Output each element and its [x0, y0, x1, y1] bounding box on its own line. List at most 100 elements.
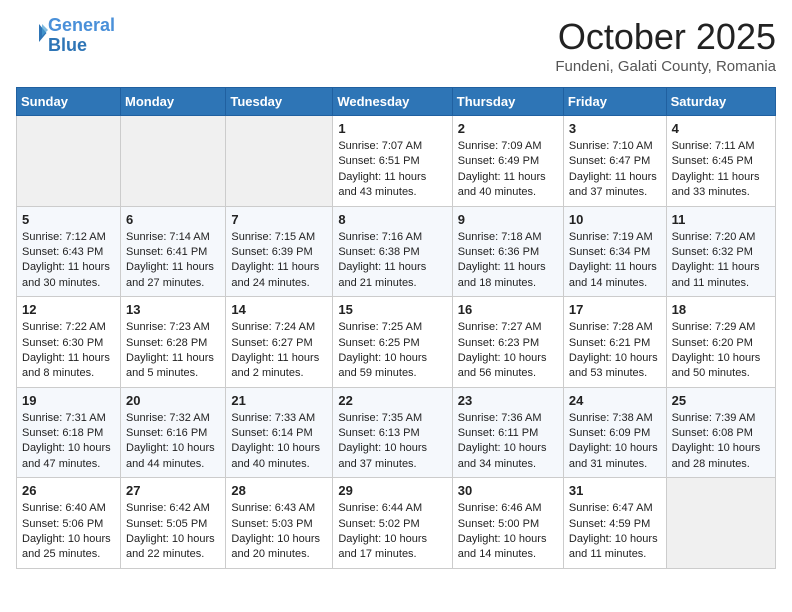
day-info: Sunrise: 7:36 AM Sunset: 6:11 PM Dayligh…: [458, 411, 558, 473]
day-info: Sunrise: 7:16 AM Sunset: 6:38 PM Dayligh…: [338, 230, 446, 292]
day-info: Sunrise: 7:32 AM Sunset: 6:16 PM Dayligh…: [126, 411, 220, 473]
day-info: Sunrise: 7:19 AM Sunset: 6:34 PM Dayligh…: [569, 230, 661, 292]
calendar-cell: 11 Sunrise: 7:20 AM Sunset: 6:32 PM Dayli…: [666, 206, 775, 297]
day-number: 9: [458, 212, 558, 227]
calendar-cell: 26 Sunrise: 6:40 AM Sunset: 5:06 PM Dayli…: [17, 478, 121, 569]
day-number: 21: [231, 393, 327, 408]
day-number: 19: [22, 393, 115, 408]
day-info: Sunrise: 7:18 AM Sunset: 6:36 PM Dayligh…: [458, 230, 558, 292]
calendar-cell: 22Sunrise: 7:35 AM Sunset: 6:13 PM Dayli…: [333, 387, 452, 478]
calendar-week-5: 26 Sunrise: 6:40 AM Sunset: 5:06 PM Dayli…: [17, 478, 776, 569]
day-header-tuesday: Tuesday: [226, 88, 333, 116]
calendar-week-3: 12 Sunrise: 7:22 AM Sunset: 6:30 PM Dayli…: [17, 297, 776, 388]
logo-line2: Blue: [48, 35, 87, 55]
page-header: General Blue October 2025 Fundeni, Galat…: [16, 16, 776, 75]
day-number: 20: [126, 393, 220, 408]
calendar-cell: 20 Sunrise: 7:32 AM Sunset: 6:16 PM Dayli…: [121, 387, 226, 478]
calendar-cell: 23 Sunrise: 7:36 AM Sunset: 6:11 PM Dayli…: [452, 387, 563, 478]
day-header-wednesday: Wednesday: [333, 88, 452, 116]
day-number: 12: [22, 302, 115, 317]
calendar-cell: 14 Sunrise: 7:24 AM Sunset: 6:27 PM Dayli…: [226, 297, 333, 388]
calendar-cell: 16 Sunrise: 7:27 AM Sunset: 6:23 PM Dayli…: [452, 297, 563, 388]
day-number: 14: [231, 302, 327, 317]
day-info: Sunrise: 6:40 AM Sunset: 5:06 PM Dayligh…: [22, 501, 115, 563]
day-info: Sunrise: 7:24 AM Sunset: 6:27 PM Dayligh…: [231, 320, 327, 382]
calendar-body: 1 Sunrise: 7:07 AM Sunset: 6:51 PM Daylig…: [17, 116, 776, 569]
day-number: 5: [22, 212, 115, 227]
logo: General Blue: [16, 16, 115, 56]
logo-line1: General: [48, 15, 115, 35]
day-header-sunday: Sunday: [17, 88, 121, 116]
day-number: 13: [126, 302, 220, 317]
day-number: 1: [338, 121, 446, 136]
calendar-cell: 21 Sunrise: 7:33 AM Sunset: 6:14 PM Dayli…: [226, 387, 333, 478]
calendar-week-4: 19 Sunrise: 7:31 AM Sunset: 6:18 PM Dayli…: [17, 387, 776, 478]
day-info: Sunrise: 7:14 AM Sunset: 6:41 PM Dayligh…: [126, 230, 220, 292]
title-block: October 2025 Fundeni, Galati County, Rom…: [555, 16, 776, 75]
day-number: 7: [231, 212, 327, 227]
day-number: 31: [569, 483, 661, 498]
day-info: Sunrise: 7:28 AM Sunset: 6:21 PM Dayligh…: [569, 320, 661, 382]
day-info: Sunrise: 6:44 AM Sunset: 5:02 PM Dayligh…: [338, 501, 446, 563]
calendar-week-2: 5 Sunrise: 7:12 AM Sunset: 6:43 PM Daylig…: [17, 206, 776, 297]
day-info: Sunrise: 7:29 AM Sunset: 6:20 PM Dayligh…: [672, 320, 770, 382]
calendar-table: SundayMondayTuesdayWednesdayThursdayFrid…: [16, 87, 776, 569]
day-info: Sunrise: 7:33 AM Sunset: 6:14 PM Dayligh…: [231, 411, 327, 473]
day-header-saturday: Saturday: [666, 88, 775, 116]
day-info: Sunrise: 7:20 AM Sunset: 6:32 PM Dayligh…: [672, 230, 770, 292]
day-info: Sunrise: 6:47 AM Sunset: 4:59 PM Dayligh…: [569, 501, 661, 563]
calendar-cell: 8 Sunrise: 7:16 AM Sunset: 6:38 PM Daylig…: [333, 206, 452, 297]
logo-text: General Blue: [48, 16, 115, 56]
day-number: 10: [569, 212, 661, 227]
day-info: Sunrise: 7:25 AM Sunset: 6:25 PM Dayligh…: [338, 320, 446, 382]
day-info: Sunrise: 7:10 AM Sunset: 6:47 PM Dayligh…: [569, 139, 661, 201]
day-info: Sunrise: 7:22 AM Sunset: 6:30 PM Dayligh…: [22, 320, 115, 382]
day-number: 8: [338, 212, 446, 227]
calendar-cell: 7 Sunrise: 7:15 AM Sunset: 6:39 PM Daylig…: [226, 206, 333, 297]
calendar-cell: 9 Sunrise: 7:18 AM Sunset: 6:36 PM Daylig…: [452, 206, 563, 297]
calendar-cell: 28 Sunrise: 6:43 AM Sunset: 5:03 PM Dayli…: [226, 478, 333, 569]
logo-icon: [18, 18, 48, 48]
calendar-cell: 6 Sunrise: 7:14 AM Sunset: 6:41 PM Daylig…: [121, 206, 226, 297]
day-info: Sunrise: 7:39 AM Sunset: 6:08 PM Dayligh…: [672, 411, 770, 473]
calendar-cell: 18Sunrise: 7:29 AM Sunset: 6:20 PM Dayli…: [666, 297, 775, 388]
day-number: 16: [458, 302, 558, 317]
day-number: 17: [569, 302, 661, 317]
calendar-cell: 17 Sunrise: 7:28 AM Sunset: 6:21 PM Dayli…: [563, 297, 666, 388]
day-number: 28: [231, 483, 327, 498]
day-number: 23: [458, 393, 558, 408]
calendar-header-row: SundayMondayTuesdayWednesdayThursdayFrid…: [17, 88, 776, 116]
calendar-cell: 27Sunrise: 6:42 AM Sunset: 5:05 PM Dayli…: [121, 478, 226, 569]
calendar-cell: 2Sunrise: 7:09 AM Sunset: 6:49 PM Daylig…: [452, 116, 563, 207]
day-number: 11: [672, 212, 770, 227]
day-number: 25: [672, 393, 770, 408]
day-info: Sunrise: 7:38 AM Sunset: 6:09 PM Dayligh…: [569, 411, 661, 473]
day-info: Sunrise: 6:43 AM Sunset: 5:03 PM Dayligh…: [231, 501, 327, 563]
day-number: 24: [569, 393, 661, 408]
day-number: 22: [338, 393, 446, 408]
day-info: Sunrise: 7:31 AM Sunset: 6:18 PM Dayligh…: [22, 411, 115, 473]
page-subtitle: Fundeni, Galati County, Romania: [555, 58, 776, 75]
calendar-cell: 3 Sunrise: 7:10 AM Sunset: 6:47 PM Daylig…: [563, 116, 666, 207]
day-info: Sunrise: 7:27 AM Sunset: 6:23 PM Dayligh…: [458, 320, 558, 382]
day-number: 27: [126, 483, 220, 498]
day-header-friday: Friday: [563, 88, 666, 116]
calendar-cell: 24 Sunrise: 7:38 AM Sunset: 6:09 PM Dayli…: [563, 387, 666, 478]
calendar-cell: [17, 116, 121, 207]
day-number: 2: [458, 121, 558, 136]
calendar-cell: 25 Sunrise: 7:39 AM Sunset: 6:08 PM Dayli…: [666, 387, 775, 478]
day-info: Sunrise: 7:12 AM Sunset: 6:43 PM Dayligh…: [22, 230, 115, 292]
day-number: 6: [126, 212, 220, 227]
day-number: 4: [672, 121, 770, 136]
day-info: Sunrise: 7:23 AM Sunset: 6:28 PM Dayligh…: [126, 320, 220, 382]
day-header-monday: Monday: [121, 88, 226, 116]
calendar-cell: [121, 116, 226, 207]
calendar-cell: 19 Sunrise: 7:31 AM Sunset: 6:18 PM Dayli…: [17, 387, 121, 478]
day-info: Sunrise: 7:07 AM Sunset: 6:51 PM Dayligh…: [338, 139, 446, 201]
day-info: Sunrise: 7:11 AM Sunset: 6:45 PM Dayligh…: [672, 139, 770, 201]
calendar-cell: 10 Sunrise: 7:19 AM Sunset: 6:34 PM Dayli…: [563, 206, 666, 297]
day-number: 26: [22, 483, 115, 498]
day-info: Sunrise: 7:15 AM Sunset: 6:39 PM Dayligh…: [231, 230, 327, 292]
day-number: 3: [569, 121, 661, 136]
calendar-cell: 12 Sunrise: 7:22 AM Sunset: 6:30 PM Dayli…: [17, 297, 121, 388]
